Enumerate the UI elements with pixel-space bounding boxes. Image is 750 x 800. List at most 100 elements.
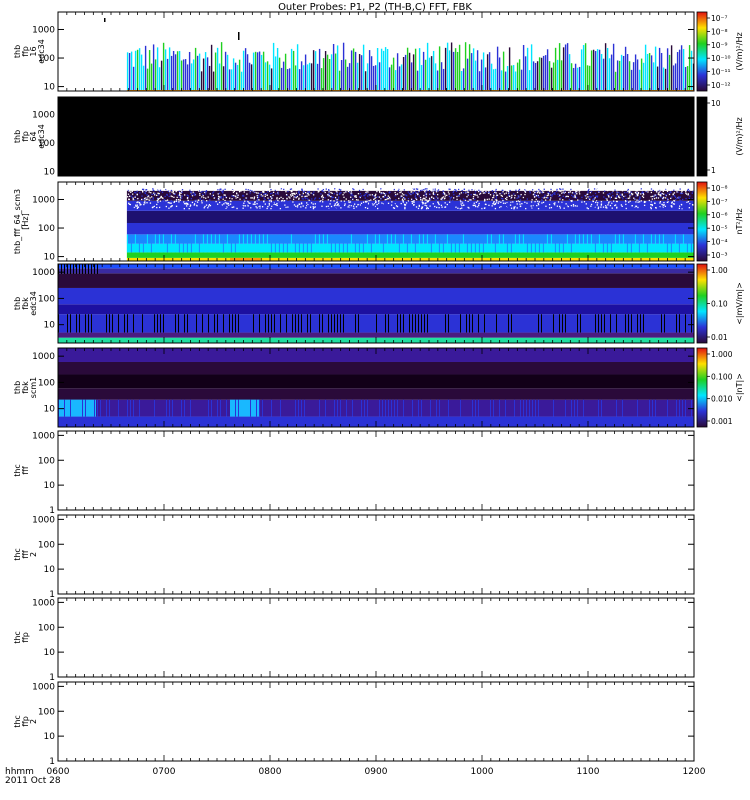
spectrum-streak: [414, 234, 416, 253]
spectrum-column: [358, 54, 361, 90]
noise-dot: [232, 206, 235, 208]
spectrum-streak: [583, 399, 584, 417]
spectrum-column: [314, 51, 317, 90]
spectrum-streak: [436, 399, 437, 417]
noise-dot: [300, 202, 303, 204]
noise-dot: [263, 197, 265, 199]
noise-dot: [391, 201, 393, 203]
spectrum-column: [332, 43, 335, 90]
noise-dot: [236, 193, 238, 195]
noise-dot: [251, 197, 253, 199]
noise-dot: [432, 203, 434, 205]
noise-dot: [284, 204, 286, 206]
noise-dot: [201, 196, 203, 198]
noise-dot: [164, 202, 166, 204]
spectrum-column: [538, 57, 541, 90]
noise-dot: [171, 195, 173, 198]
panel-thb_fff_64_scm3: 101001000thb_fff_64_scm3[Hz]10⁻⁸10⁻⁷10⁻⁶…: [13, 181, 744, 263]
noise-dot: [236, 201, 238, 203]
noise-dot: [474, 189, 477, 192]
noise-dot: [489, 194, 492, 196]
spectrum-streak: [118, 314, 119, 333]
noise-dot: [175, 199, 178, 201]
noise-dot: [233, 201, 235, 203]
y-axis-label-line: ffp: [21, 632, 30, 643]
noise-dot: [477, 206, 479, 208]
spectrum-streak: [415, 314, 416, 333]
spectrum-streak: [514, 234, 516, 253]
noise-dot: [343, 192, 345, 194]
colorbar-tick-label: 0.01: [711, 333, 728, 342]
panel-body: [58, 97, 694, 176]
spectrum-column: [442, 68, 445, 90]
noise-dot: [641, 188, 644, 191]
noise-dot: [238, 189, 240, 191]
noise-dot: [388, 196, 391, 199]
noise-dot: [193, 207, 195, 210]
noise-dot: [262, 207, 265, 209]
noise-dot: [673, 194, 676, 197]
spectrum-streak: [127, 314, 128, 333]
y-tick-label: 10: [44, 481, 56, 491]
noise-dot: [172, 190, 175, 193]
noise-dot: [208, 205, 210, 207]
noise-dot: [253, 197, 255, 199]
noise-dot: [192, 191, 194, 193]
noise-dot: [343, 204, 346, 207]
noise-dot: [219, 189, 221, 191]
noise-dot: [255, 192, 258, 194]
time-tick-label: 0800: [259, 767, 282, 777]
noise-dot: [603, 190, 606, 192]
noise-dot: [185, 203, 188, 205]
spectrum-streak: [178, 234, 180, 253]
spectrum-column: [582, 45, 585, 90]
spectrum-streak: [532, 399, 533, 417]
spectrum-column: [548, 61, 551, 90]
noise-dot: [582, 207, 584, 209]
noise-dot: [568, 193, 570, 195]
noise-dot: [640, 193, 642, 195]
spectrum-column: [306, 64, 309, 90]
panels: 101001000thbffp16edc3410⁻⁷10⁻⁸10⁻⁹10⁻¹⁰1…: [13, 11, 744, 767]
noise-dot: [512, 201, 514, 203]
y-axis-label: thbffp16edc34: [13, 39, 46, 64]
noise-dot: [220, 204, 222, 207]
noise-dot: [614, 189, 616, 191]
noise-dot: [254, 203, 256, 206]
spectrum-column: [206, 57, 209, 90]
noise-dot: [506, 188, 508, 190]
spectrum-column: [552, 62, 555, 90]
noise-dot: [331, 192, 333, 195]
spectrum-column: [608, 58, 611, 90]
noise-dot: [485, 207, 488, 209]
noise-dot: [587, 189, 589, 192]
noise-dot: [438, 206, 440, 209]
spectrum-streak: [652, 399, 653, 417]
spectrum-streak: [388, 399, 389, 417]
noise-dot: [322, 190, 324, 193]
noise-dot: [217, 189, 219, 191]
noise-dot: [234, 195, 237, 197]
spectrum-band: [126, 243, 694, 253]
noise-dot: [477, 204, 480, 206]
spectrum-streak: [184, 399, 185, 417]
noise-dot: [136, 190, 138, 193]
spectrum-streak: [382, 234, 384, 253]
spectrum-streak: [262, 399, 263, 417]
noise-dot: [159, 206, 161, 209]
noise-dot: [285, 199, 287, 202]
noise-dot: [350, 194, 352, 196]
spectrum-column: [266, 61, 269, 90]
noise-dot: [150, 192, 152, 194]
spectrum-streak: [229, 314, 230, 333]
noise-dot: [658, 194, 660, 196]
noise-dot: [243, 195, 245, 197]
noise-dot: [562, 191, 564, 193]
noise-dot: [504, 204, 506, 206]
noise-dot: [691, 207, 693, 209]
noise-dot: [437, 201, 439, 203]
spectrum-column: [446, 42, 449, 90]
noise-dot: [247, 204, 249, 206]
spectrum-column: [294, 65, 297, 90]
noise-dot: [671, 202, 673, 204]
